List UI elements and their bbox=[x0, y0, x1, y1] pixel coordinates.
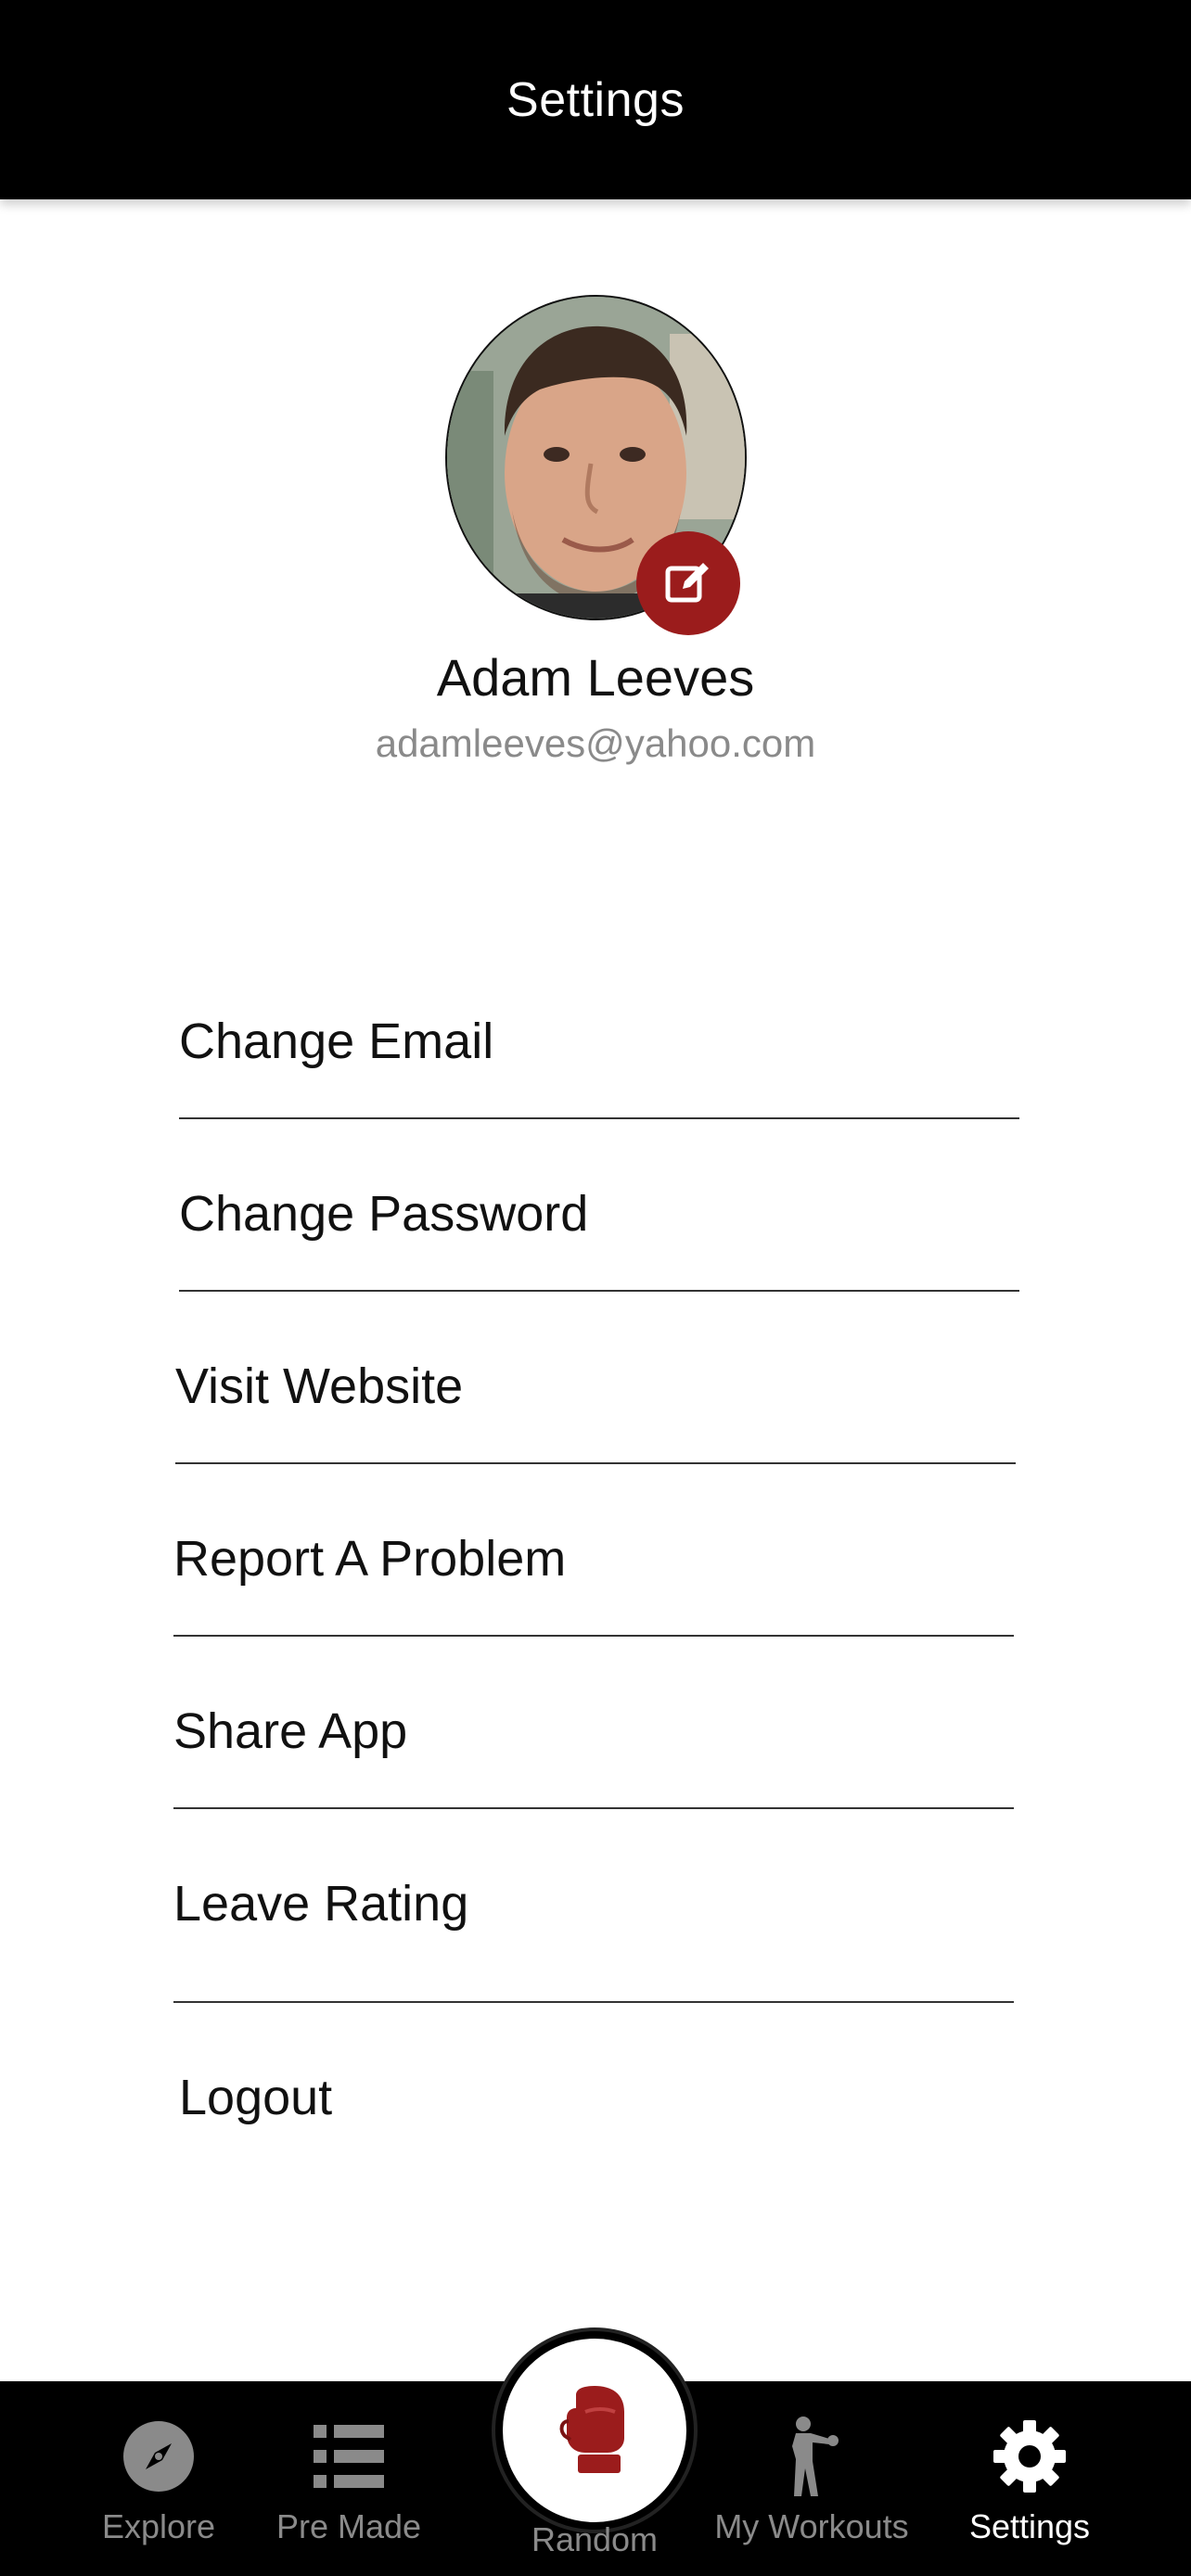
logout-item[interactable]: Logout bbox=[179, 2047, 332, 2149]
nav-explore-label: Explore bbox=[101, 2507, 216, 2545]
gear-icon bbox=[988, 2415, 1071, 2498]
page-title: Settings bbox=[506, 72, 685, 127]
divider bbox=[173, 1635, 1014, 1637]
divider bbox=[175, 1462, 1016, 1464]
boxer-icon bbox=[770, 2415, 853, 2498]
divider bbox=[173, 1807, 1014, 1809]
divider bbox=[179, 1117, 1019, 1119]
nav-random-button[interactable] bbox=[495, 2331, 694, 2530]
profile-email: adamleeves@yahoo.com bbox=[375, 721, 816, 765]
divider bbox=[173, 2001, 1014, 2003]
divider bbox=[179, 1290, 1019, 1292]
share-app-item[interactable]: Share App bbox=[173, 1680, 407, 1782]
leave-rating-item[interactable]: Leave Rating bbox=[173, 1853, 468, 1955]
nav-premade-label: Pre Made bbox=[275, 2507, 422, 2545]
nav-random-label: Random bbox=[531, 2520, 659, 2558]
edit-icon bbox=[665, 563, 709, 603]
profile-name: Adam Leeves bbox=[436, 648, 755, 707]
nav-explore[interactable]: Explore bbox=[93, 2381, 224, 2576]
visit-website-item[interactable]: Visit Website bbox=[175, 1335, 463, 1437]
nav-myworkouts-label: My Workouts bbox=[714, 2507, 909, 2545]
change-email-item[interactable]: Change Email bbox=[179, 990, 493, 1092]
nav-settings-label: Settings bbox=[968, 2507, 1091, 2545]
header-bar: Settings bbox=[0, 0, 1191, 199]
profile-avatar-container bbox=[445, 295, 747, 635]
list-icon bbox=[307, 2415, 391, 2498]
nav-myworkouts[interactable]: My Workouts bbox=[705, 2381, 918, 2576]
nav-premade[interactable]: Pre Made bbox=[271, 2381, 427, 2576]
report-problem-item[interactable]: Report A Problem bbox=[173, 1508, 566, 1610]
nav-settings[interactable]: Settings bbox=[961, 2381, 1098, 2576]
change-password-item[interactable]: Change Password bbox=[179, 1163, 588, 1265]
boxing-glove-icon bbox=[559, 2386, 624, 2473]
compass-icon bbox=[117, 2415, 200, 2498]
edit-avatar-button[interactable] bbox=[636, 531, 740, 635]
